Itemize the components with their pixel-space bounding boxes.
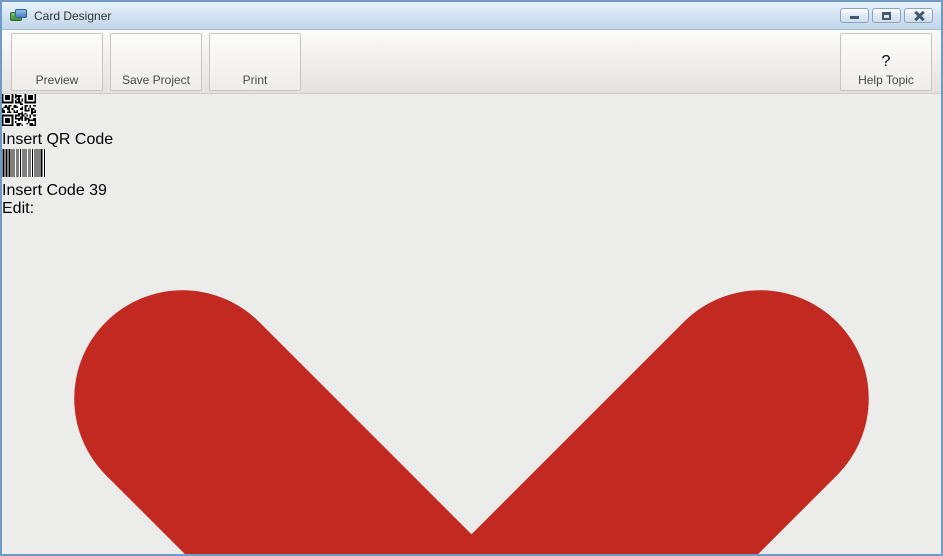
- window-title: Card Designer: [34, 9, 111, 23]
- print-label: Print: [243, 73, 268, 87]
- delete-x-icon: [2, 218, 941, 556]
- main-toolbar: Preview Save Project Print ? Help Topic: [2, 30, 941, 94]
- preview-button[interactable]: Preview: [11, 33, 103, 91]
- qr-code-icon: [2, 92, 941, 131]
- delete-button[interactable]: Delete: [2, 218, 941, 556]
- maximize-icon: [882, 12, 891, 20]
- edit-toolbar: Edit: Delete Copy Paste Undo Redo Layer:…: [2, 200, 941, 556]
- preview-label: Preview: [36, 73, 79, 87]
- app-window: Card Designer Preview Save Project Print…: [0, 0, 943, 556]
- insert-qr-code-button[interactable]: Insert QR Code: [2, 92, 941, 149]
- edit-label: Edit:: [2, 200, 34, 217]
- barcode-icon: [2, 149, 941, 182]
- question-mark-icon: ?: [882, 53, 891, 71]
- help-topic-button[interactable]: ? Help Topic: [840, 33, 932, 91]
- app-icon: [10, 9, 27, 23]
- maximize-button[interactable]: [872, 8, 901, 23]
- print-button[interactable]: Print: [209, 33, 301, 91]
- title-bar: Card Designer: [2, 2, 941, 30]
- lightbulb-icon: [42, 37, 72, 71]
- save-project-button[interactable]: Save Project: [110, 33, 202, 91]
- insert-code39-label: Insert Code 39: [2, 182, 941, 200]
- minimize-icon: [850, 16, 859, 19]
- insert-qr-code-label: Insert QR Code: [2, 131, 941, 149]
- save-project-label: Save Project: [122, 73, 190, 87]
- help-topic-label: Help Topic: [858, 73, 914, 87]
- minimize-button[interactable]: [840, 8, 869, 23]
- close-icon: [914, 11, 924, 21]
- close-button[interactable]: [904, 8, 933, 23]
- window-controls: [840, 8, 933, 23]
- insert-code39-button[interactable]: Insert Code 39: [2, 149, 941, 200]
